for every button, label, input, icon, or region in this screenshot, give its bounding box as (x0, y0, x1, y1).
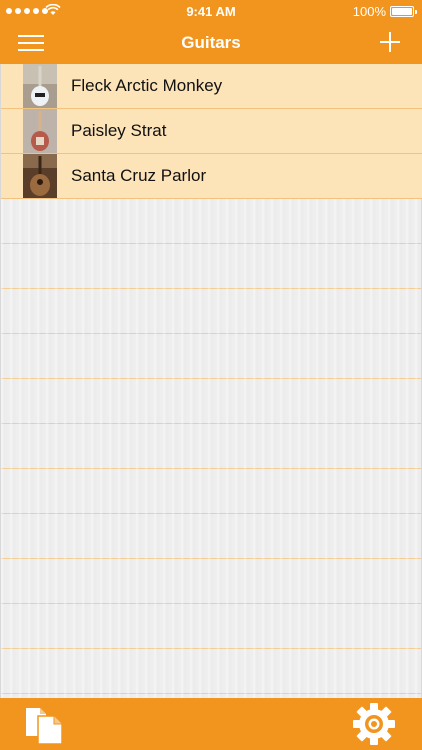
documents-button[interactable] (24, 704, 68, 746)
guitar-thumbnail (23, 154, 57, 198)
guitar-thumbnail (23, 64, 57, 108)
guitar-thumbnail (23, 109, 57, 153)
list-item-label: Fleck Arctic Monkey (71, 76, 223, 95)
documents-icon (26, 708, 63, 745)
battery-icon (390, 6, 417, 17)
top-bar: 9:41 AM 100% Guitars (0, 0, 422, 64)
list-item-label: Paisley Strat (71, 121, 167, 140)
gear-icon (353, 703, 395, 745)
plus-icon (380, 32, 400, 52)
list-item[interactable]: Paisley Strat (1, 109, 422, 154)
list-item[interactable]: Santa Cruz Parlor (1, 154, 422, 199)
battery-percent: 100% (352, 4, 386, 19)
settings-button[interactable] (352, 701, 396, 747)
list-item-label: Santa Cruz Parlor (71, 166, 207, 185)
page-title: Guitars (181, 33, 241, 52)
bottom-toolbar (0, 698, 422, 750)
list-item[interactable]: Fleck Arctic Monkey (1, 64, 422, 109)
guitar-list: Fleck Arctic Monkey Paisley Strat Santa … (0, 64, 422, 698)
add-guitar-button[interactable] (378, 30, 402, 54)
status-bar: 9:41 AM 100% (0, 0, 422, 22)
